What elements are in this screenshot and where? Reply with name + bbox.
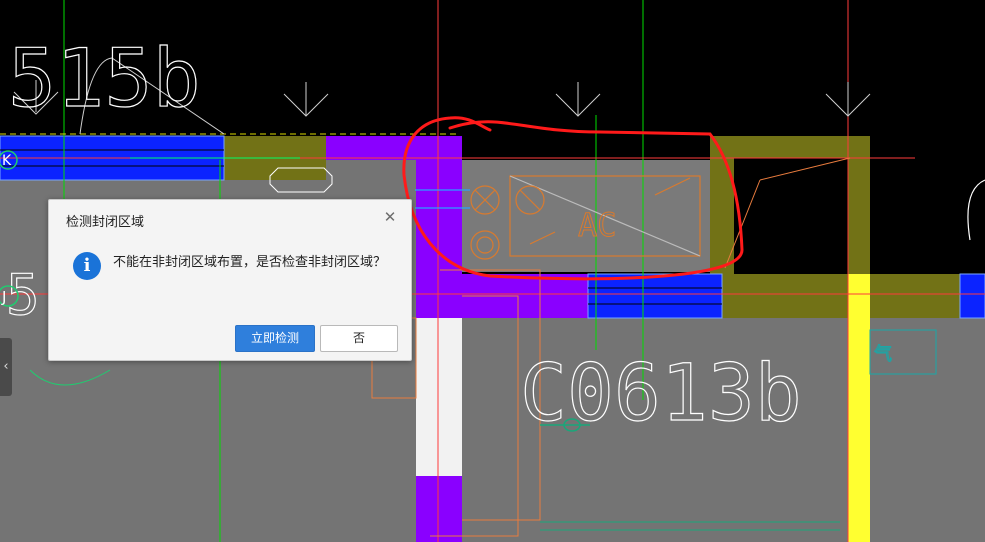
side-panel-toggle[interactable]: ‹ — [0, 338, 12, 396]
info-icon: i — [73, 252, 101, 280]
dialog-title: 检测封闭区域 — [66, 215, 145, 230]
label-5: 5 — [6, 263, 40, 328]
door-opening — [416, 318, 462, 476]
dialog-message: 不能在非封闭区域布置，是否检查非封闭区域？ — [113, 255, 387, 270]
check-now-button[interactable]: 立即检测 — [235, 325, 315, 352]
column-yellow — [848, 274, 870, 542]
svg-text:J: J — [1, 288, 6, 306]
ac-label: AC — [578, 206, 617, 244]
window-label-515b: 515b — [8, 32, 201, 125]
no-button[interactable]: 否 — [320, 325, 398, 352]
svg-text:K: K — [2, 153, 12, 169]
label-qi: 气 — [874, 344, 892, 365]
check-closed-area-dialog: 检测封闭区域 ✕ i 不能在非封闭区域布置，是否检查非封闭区域？ 立即检测 否 — [48, 199, 412, 361]
close-icon[interactable]: ✕ — [381, 208, 399, 226]
